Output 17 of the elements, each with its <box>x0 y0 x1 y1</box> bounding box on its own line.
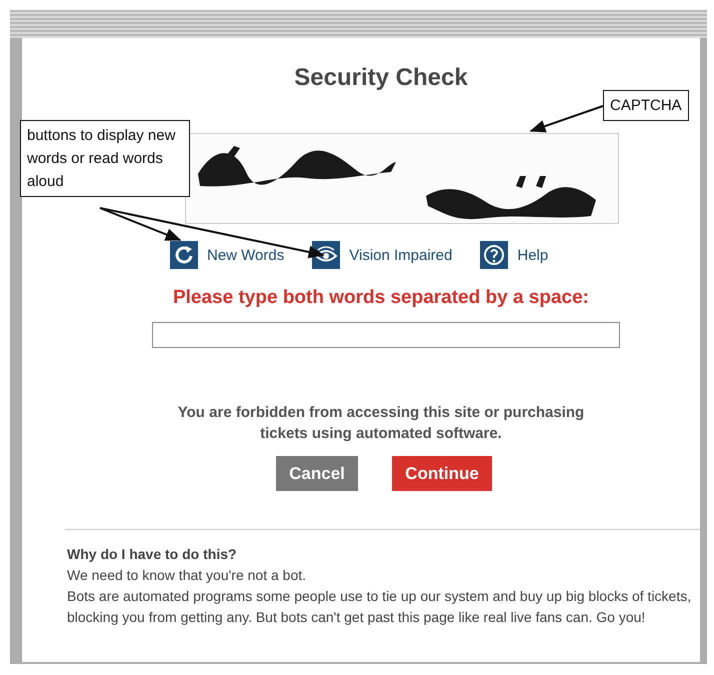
callout-label: CAPTCHA <box>603 90 689 121</box>
eye-icon <box>312 241 340 269</box>
help-text: Bots are automated programs some people use to tie up our system and buy up big blocks of tickets, blocking you from getting any. But bots can't get past this page like real live fans can. Go you! <box>67 587 692 627</box>
instruction-text: Please type both words separated by a space: <box>172 287 590 309</box>
help-link[interactable]: Help <box>480 241 548 269</box>
callout-label: buttons to display new words or read words aloud <box>20 120 190 197</box>
help-heading: Why do I have to do this? <box>67 545 238 564</box>
continue-button[interactable]: Continue <box>392 456 492 491</box>
page-title: Security Check <box>293 63 469 93</box>
help-text: We need to know that you're not a bot. <box>67 566 308 585</box>
notice-text: You are forbidden from accessing this site or purchasing tickets using automated software. <box>176 403 586 444</box>
refresh-icon <box>170 241 198 269</box>
new-words-link[interactable]: New Words <box>170 241 284 269</box>
help-icon <box>480 241 508 269</box>
answer-field[interactable] <box>152 322 620 348</box>
cancel-button[interactable]: Cancel <box>276 456 358 491</box>
vision-impaired-link[interactable]: Vision Impaired <box>312 241 452 269</box>
